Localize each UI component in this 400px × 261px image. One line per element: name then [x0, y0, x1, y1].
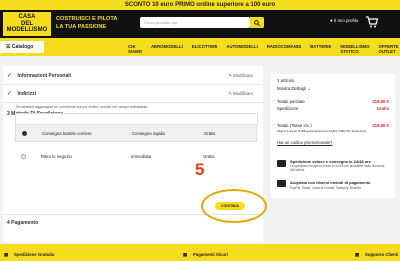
payment-info-sub: PayPal, Stripe, Carta di Credito, Satisp… [290, 186, 362, 190]
footer-bar: ▩ Spedizione Gratuita ▩ Pagamenti Sicuri… [0, 244, 400, 261]
edit-button[interactable]: ✎ Modificare [228, 70, 253, 82]
footer-item-shipping: Spedizione Gratuita [14, 252, 55, 257]
truck-icon [277, 160, 286, 167]
nav-item[interactable]: RADIOCOMANDI [267, 44, 301, 54]
total-value: 219,90 € [372, 123, 389, 128]
edit-label: Modificare [233, 91, 253, 96]
shipping-label: Spedizione [277, 106, 299, 111]
footer-item-support: Supporto Clienti [365, 252, 399, 257]
shipping-option-courier[interactable]: Consegna tramite corriere Consegna rapid… [15, 124, 257, 142]
profile-label: Il mio profilo [333, 18, 359, 23]
paypal-installments: Paga in 3 rate da 73,30€ senza interessi… [277, 130, 366, 133]
option-desc: Immediata [131, 154, 152, 159]
payment-info-title: Acquista con diversi metodi di pagamento [290, 180, 371, 185]
item-count: 1 articolo [277, 78, 295, 83]
logo-line-3: MODELLISMO [6, 27, 48, 33]
catalog-label: Catalogo [11, 44, 34, 50]
tagline-line-2: LA TUA PASSIONE [56, 24, 107, 30]
step-addresses[interactable]: ✓ Indirizzi ✎ Modificare [3, 88, 263, 100]
reassurance-block: Spedizione veloce e consegna in 24/48 or… [271, 154, 395, 198]
cart-button[interactable] [365, 15, 379, 29]
nav-item[interactable]: OFFERTE OUTLET [378, 44, 400, 54]
radio-unselected[interactable] [21, 154, 26, 159]
support-icon: ▩ [355, 252, 360, 257]
option-name: Ritiro in negozio [41, 154, 72, 159]
details-link[interactable]: Mostra Dettagli ⌄ [277, 86, 389, 92]
site-logo[interactable]: CASA DEL MODELLISMO [3, 12, 51, 36]
option-price: Gratis [203, 154, 215, 159]
step-title: Informazioni Personali [17, 73, 72, 79]
step-title: Indirizzi [17, 91, 37, 97]
lock-icon: ▩ [183, 252, 188, 257]
menu-icon: ☰ [6, 44, 11, 50]
nav-item[interactable]: MODELLISMO STATICO [340, 44, 369, 54]
shipping-value: Gratis [376, 106, 389, 111]
shipping-option-pickup[interactable]: Ritiro in negozio Immediata Gratis [15, 148, 257, 166]
divider [3, 102, 263, 103]
continue-button[interactable]: CONTINUA [215, 202, 245, 210]
total-row: Totale (Tasse inc.) 219,90 € [277, 123, 389, 128]
shipping-row: Spedizione Gratis [277, 106, 389, 111]
comment-label: Se desideri aggiungere un commento sul t… [16, 105, 149, 109]
cart-icon [366, 16, 379, 28]
nav-item[interactable]: CHI SIAMO [128, 44, 142, 54]
edit-label: Modificare [233, 73, 253, 78]
shipping-info-sub: Le spedizioni vengono evase in 24/48 ore… [290, 164, 385, 172]
subtotal-value: 219,90 € [372, 99, 389, 104]
edit-button[interactable]: ✎ Modificare [228, 88, 253, 100]
user-icon: ● [330, 18, 333, 23]
check-icon: ✓ [7, 73, 13, 79]
total-label: Totale (Tasse inc.) [277, 123, 312, 128]
nav-item[interactable]: AUTOMODELLI [226, 44, 257, 54]
subtotal-row: Totale parziale 219,90 € [277, 99, 389, 104]
subtotal-label: Totale parziale [277, 99, 305, 104]
search-input[interactable]: Cerca prodotto qui [140, 17, 250, 28]
divider [3, 84, 263, 85]
truck-icon: ▩ [4, 252, 9, 257]
comment-textarea[interactable] [15, 113, 258, 125]
footer-item-payments: Pagamenti Sicuri [193, 252, 228, 257]
search-button[interactable] [250, 17, 264, 28]
option-desc: Consegna rapida [132, 131, 165, 136]
catalog-button[interactable]: ☰ Catalogo [6, 44, 33, 50]
order-summary: 1 articolo Mostra Dettagli ⌄ Totale parz… [271, 74, 395, 158]
details-label: Mostra Dettagli [277, 86, 306, 91]
search-icon [254, 19, 260, 26]
check-icon: ✓ [7, 91, 13, 97]
card-icon [277, 180, 286, 187]
step-personal-info[interactable]: ✓ Informazioni Personali ✎ Modificare [3, 70, 263, 82]
promo-banner: SCONTO 10 euro PRIMO ordine superiore a … [0, 0, 400, 10]
promo-code-link[interactable]: Hai un codice promozionale? [277, 140, 389, 145]
radio-selected[interactable] [22, 131, 27, 136]
nav-items: CHI SIAMO AEROMODELLI ELICOTTERI AUTOMOD… [128, 44, 400, 54]
chevron-down-icon: ⌄ [307, 86, 311, 91]
option-price: Gratis [204, 131, 216, 136]
nav-item[interactable]: AEROMODELLI [151, 44, 183, 54]
tagline-line-1: COSTRUISCI E PILOTA [56, 16, 118, 22]
annotation-number: 5 [195, 160, 205, 179]
tagline: COSTRUISCI E PILOTA LA TUA PASSIONE [56, 15, 117, 31]
option-name: Consegna tramite corriere [42, 131, 92, 136]
nav-item[interactable]: ELICOTTERI [192, 44, 218, 54]
nav-item[interactable]: BATTERIE [310, 44, 331, 54]
profile-link[interactable]: ● Il mio profilo [330, 18, 358, 23]
